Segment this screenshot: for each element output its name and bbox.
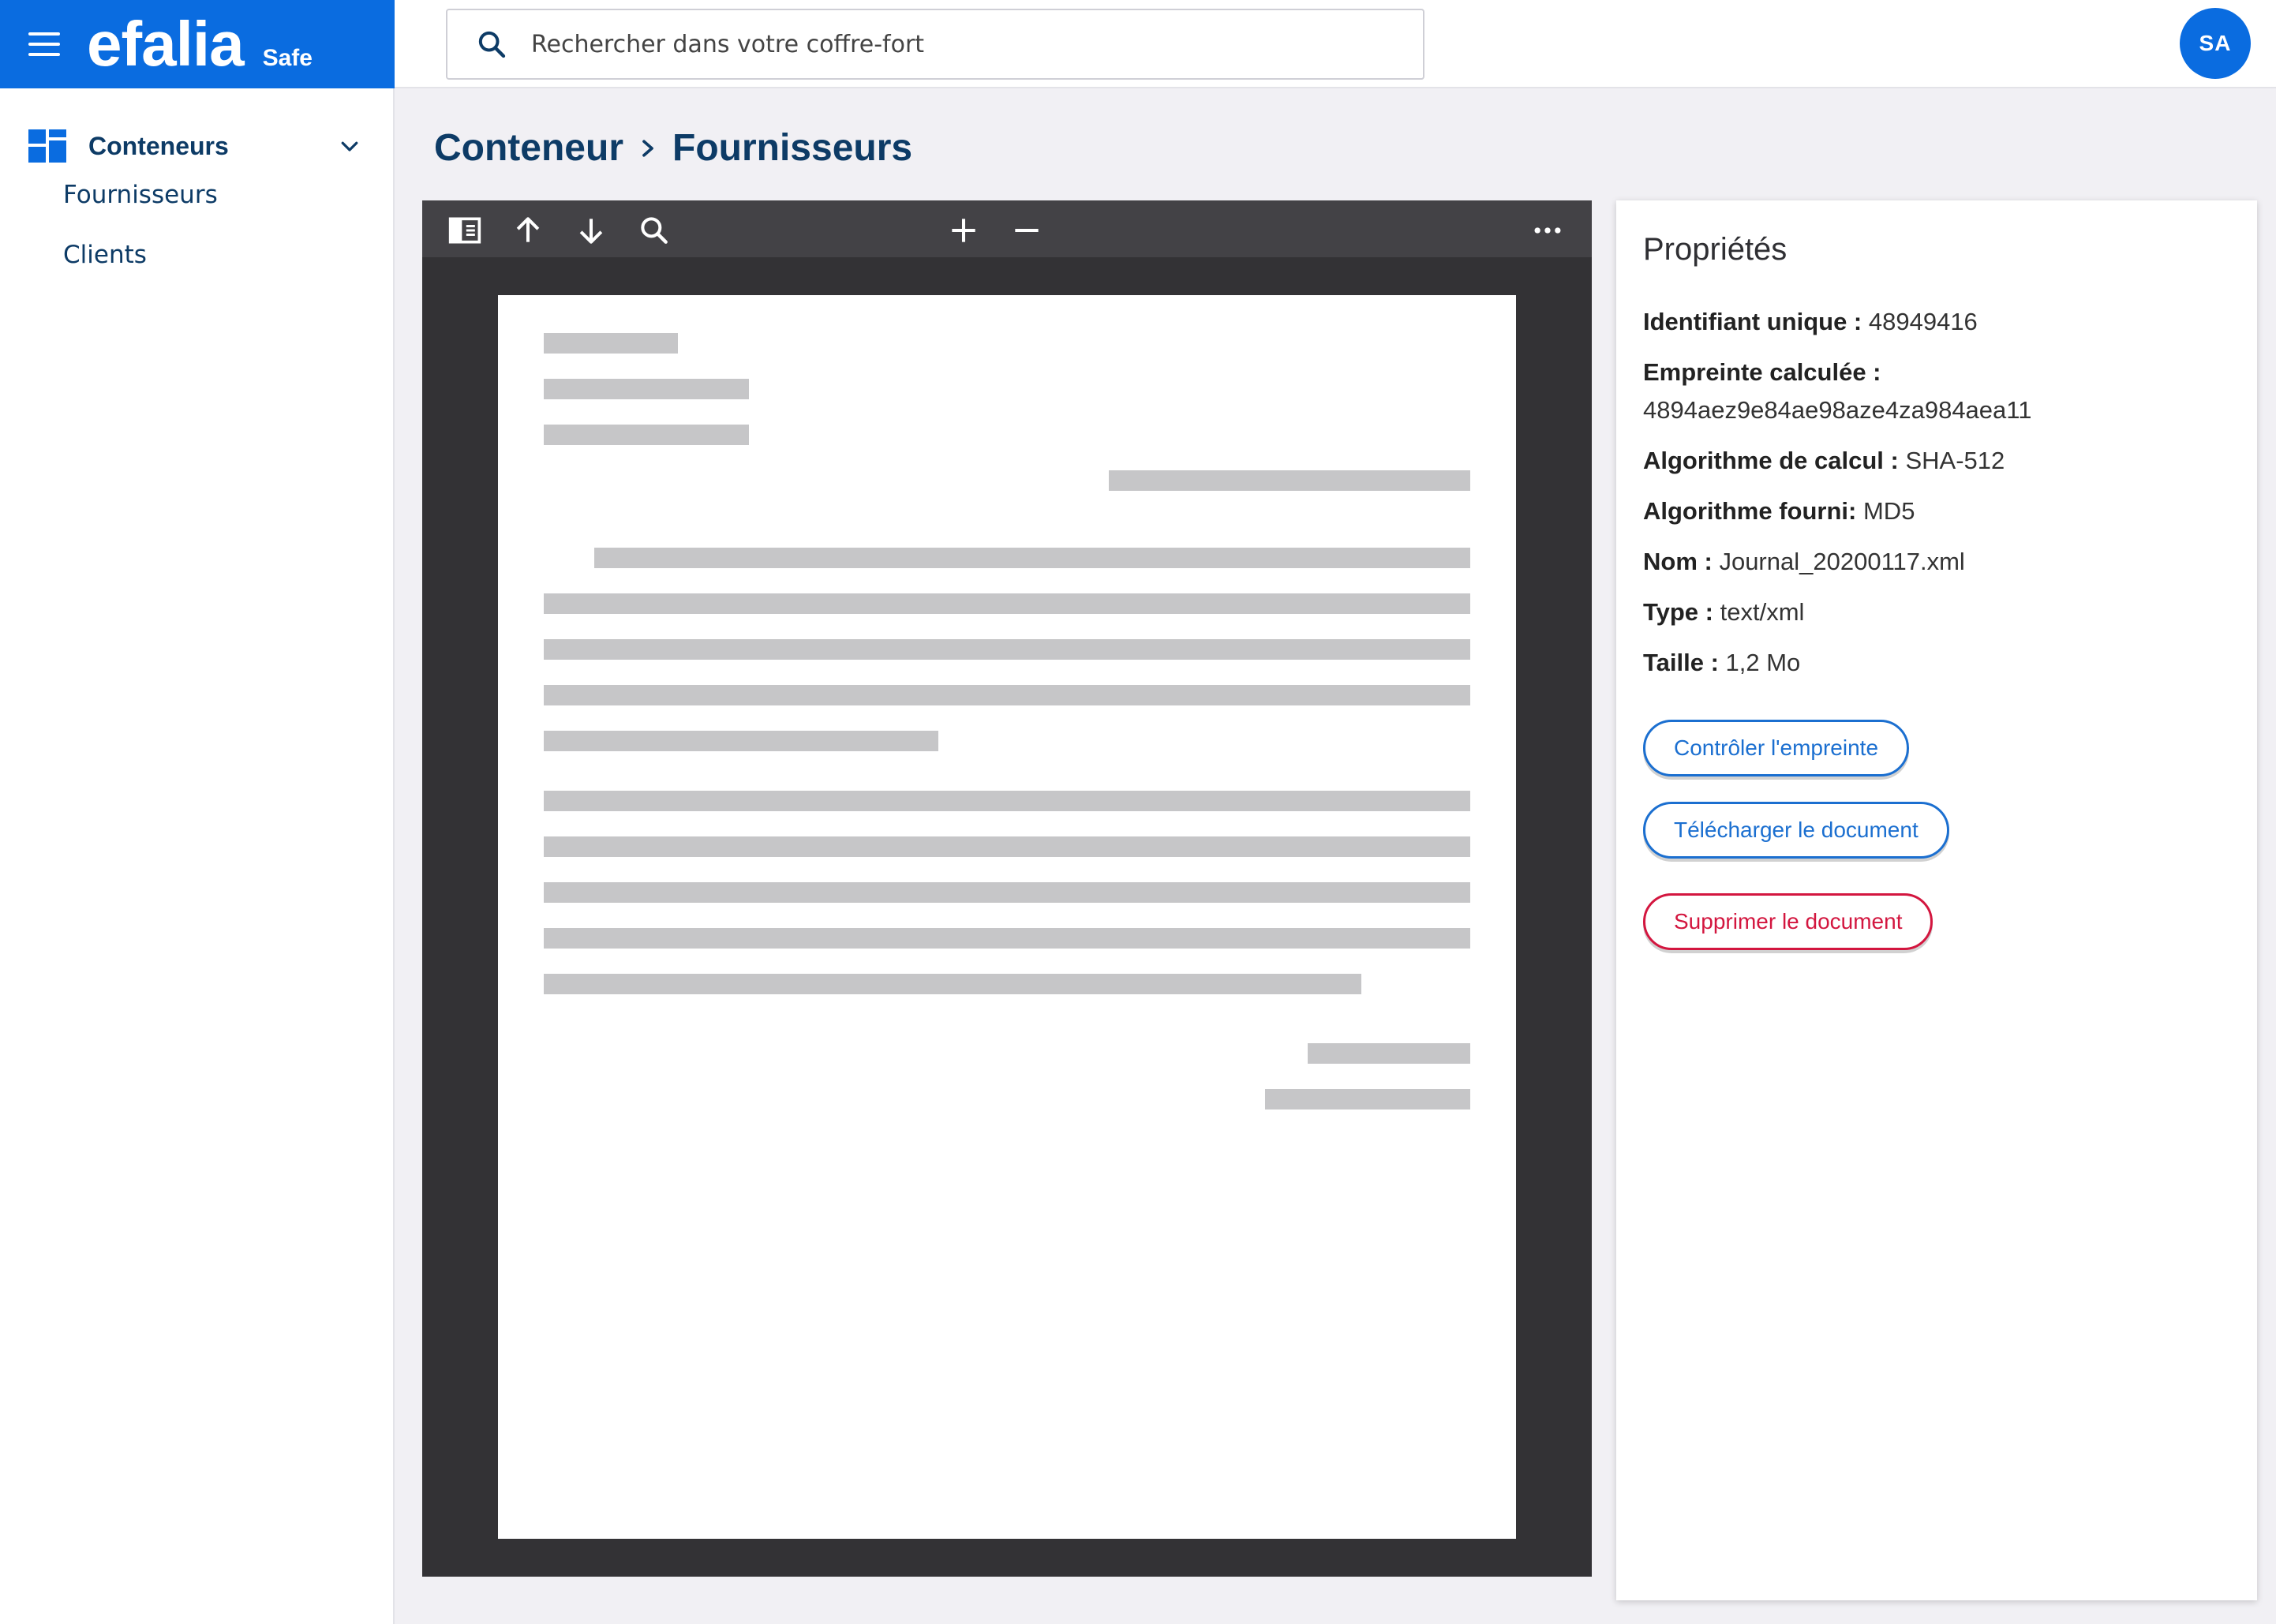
document-viewer <box>422 200 1592 1577</box>
sidebar-item-clients[interactable]: Clients <box>63 241 147 269</box>
more-options-icon[interactable] <box>1530 213 1565 248</box>
prop-hash-value: 4894aez9e84ae98aze4za984aea11 <box>1643 396 2032 424</box>
prop-unique-id-value: 48949416 <box>1868 308 1978 335</box>
breadcrumb: Conteneur Fournisseurs <box>434 126 912 170</box>
text-line-placeholder <box>544 836 1470 857</box>
prop-hash-label: Empreinte calculée : <box>1643 358 1881 386</box>
chevron-right-icon <box>642 139 653 157</box>
zoom-out-icon[interactable] <box>1009 213 1044 248</box>
text-line-placeholder <box>1265 1089 1470 1109</box>
chevron-down-icon[interactable] <box>338 134 361 158</box>
prop-unique-id-label: Identifiant unique : <box>1643 308 1862 335</box>
text-line-placeholder <box>544 974 1361 994</box>
app-root: efalia Safe SA Conteneurs <box>0 0 2276 1624</box>
download-document-button[interactable]: Télécharger le document <box>1643 802 1949 859</box>
sidebar-section-conteneurs[interactable]: Conteneurs <box>0 118 393 174</box>
prop-hash: Empreinte calculée : 4894aez9e84ae98aze4… <box>1643 354 2031 429</box>
text-line-placeholder <box>544 593 1470 614</box>
properties-panel: Propriétés Identifiant unique : 48949416… <box>1616 200 2257 1600</box>
brand-header: efalia Safe <box>0 0 395 88</box>
document-page <box>498 295 1516 1539</box>
text-line-placeholder <box>544 731 938 751</box>
prop-given-algo-value: MD5 <box>1862 497 1915 525</box>
text-line-placeholder <box>544 928 1470 949</box>
text-line-placeholder <box>1308 1043 1470 1064</box>
sidebar-toggle-icon[interactable] <box>447 213 482 248</box>
prop-size-label: Taille : <box>1643 649 1719 676</box>
sidebar-item-fournisseurs[interactable]: Fournisseurs <box>63 181 218 209</box>
breadcrumb-current: Fournisseurs <box>672 127 913 169</box>
user-avatar[interactable]: SA <box>2180 8 2251 79</box>
prop-given-algo: Algorithme fourni: MD5 <box>1643 492 1915 530</box>
text-line-placeholder <box>544 379 749 399</box>
properties-title: Propriétés <box>1643 232 1787 267</box>
viewer-toolbar <box>422 200 1592 257</box>
breadcrumb-root[interactable]: Conteneur <box>434 126 623 170</box>
prop-calc-algo-label: Algorithme de calcul : <box>1643 447 1899 474</box>
logo-wordmark: efalia <box>87 9 245 79</box>
text-line-placeholder <box>544 685 1470 705</box>
search-box[interactable] <box>446 9 1424 80</box>
text-line-placeholder <box>544 333 678 354</box>
search-icon <box>478 31 506 58</box>
arrow-up-icon[interactable] <box>511 213 545 248</box>
text-line-placeholder <box>544 791 1470 811</box>
prop-size: Taille : 1,2 Mo <box>1643 644 1800 682</box>
sidebar: Conteneurs Fournisseurs Clients <box>0 88 395 1624</box>
top-bar: SA <box>395 0 2276 88</box>
zoom-in-icon[interactable] <box>946 213 981 248</box>
logo-product: Safe <box>262 45 313 71</box>
prop-unique-id: Identifiant unique : 48949416 <box>1643 303 1978 341</box>
logo: efalia Safe <box>87 13 313 76</box>
text-line-placeholder <box>1109 470 1470 491</box>
search-icon[interactable] <box>637 213 672 248</box>
sidebar-section-label: Conteneurs <box>88 131 229 160</box>
text-line-placeholder <box>544 425 749 445</box>
text-line-placeholder <box>544 639 1470 660</box>
prop-calc-algo-value: SHA-512 <box>1905 447 2005 474</box>
prop-name-value: Journal_20200117.xml <box>1719 548 1965 575</box>
search-input[interactable] <box>531 21 1423 68</box>
prop-type-value: text/xml <box>1720 598 1805 626</box>
prop-calc-algo: Algorithme de calcul : SHA-512 <box>1643 442 2005 480</box>
text-line-placeholder <box>594 548 1470 568</box>
prop-name: Nom : Journal_20200117.xml <box>1643 543 1965 581</box>
text-line-placeholder <box>544 882 1470 903</box>
prop-type-label: Type : <box>1643 598 1713 626</box>
prop-type: Type : text/xml <box>1643 593 1804 631</box>
check-hash-button[interactable]: Contrôler l'empreinte <box>1643 720 1910 776</box>
prop-given-algo-label: Algorithme fourni: <box>1643 497 1857 525</box>
prop-size-value: 1,2 Mo <box>1725 649 1801 676</box>
dashboard-grid-icon <box>28 129 66 163</box>
menu-icon[interactable] <box>28 32 60 56</box>
prop-name-label: Nom : <box>1643 548 1713 575</box>
delete-document-button[interactable]: Supprimer le document <box>1643 893 1933 950</box>
arrow-down-icon[interactable] <box>574 213 608 248</box>
